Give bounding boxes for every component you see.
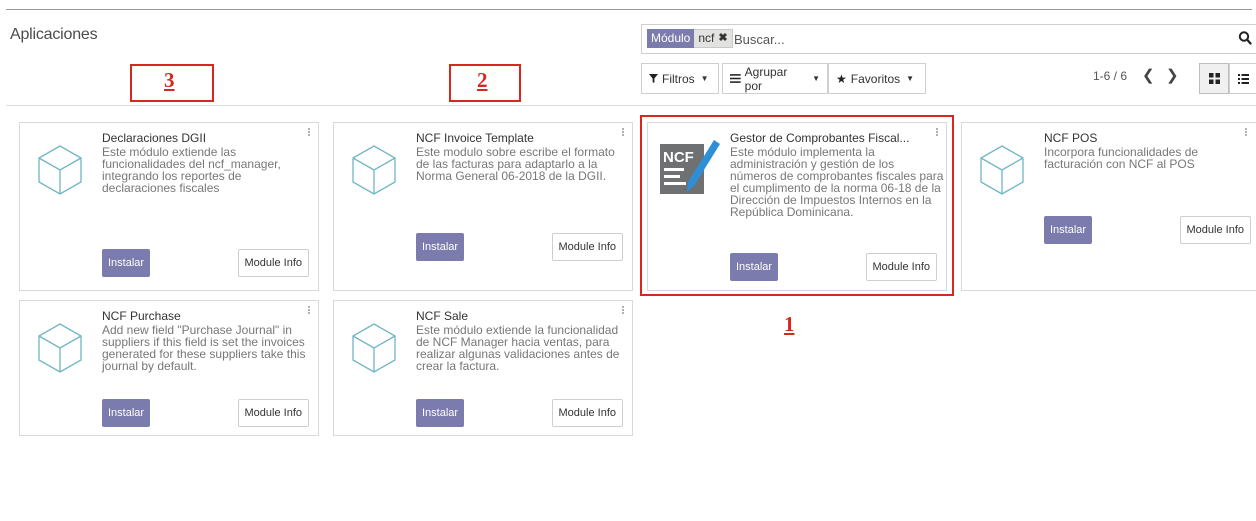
facet-value: ncf ✖ — [694, 29, 733, 48]
facet-label: Módulo — [647, 29, 695, 48]
module-info-button[interactable]: Module Info — [1179, 216, 1251, 244]
module-description: Incorpora funcionalidades de facturación… — [1044, 145, 1199, 171]
cube-icon — [352, 323, 396, 373]
favorites-button[interactable]: ★ Favoritos ▼ — [828, 63, 926, 94]
search-input[interactable] — [734, 28, 1134, 50]
module-title: NCF POS — [1044, 131, 1098, 145]
page-title: Aplicaciones — [10, 26, 98, 43]
pager-previous-icon[interactable]: ❮ — [1142, 66, 1155, 84]
facet-value-text: ncf — [698, 31, 715, 45]
install-button[interactable]: Instalar — [416, 233, 465, 261]
module-card-ncf-purchase[interactable]: NCF Purchase Add new field "Purchase Jou… — [19, 300, 319, 436]
module-title: NCF Invoice Template — [416, 131, 534, 145]
kebab-menu-icon[interactable] — [306, 305, 312, 319]
annotation-number-1: 1 — [784, 312, 795, 336]
module-info-button[interactable]: Module Info — [551, 399, 623, 427]
annotation-number-2: 2 — [477, 68, 488, 92]
annotation-highlight-box-1 — [640, 115, 954, 296]
module-title: NCF Sale — [416, 309, 469, 323]
module-card-ncf-pos[interactable]: NCF POS Incorpora funcionalidades de fac… — [961, 122, 1256, 291]
list-view-button[interactable] — [1229, 63, 1256, 94]
group-by-button[interactable]: Agrupar por ▼ — [722, 63, 828, 94]
kanban-view-button[interactable] — [1199, 63, 1229, 94]
pager-next-icon[interactable]: ❯ — [1166, 66, 1179, 84]
module-description: Este módulo extiende las funcionalidades… — [102, 145, 281, 195]
module-card-ncf-sale[interactable]: NCF Sale Este módulo extiende la funcion… — [333, 300, 633, 436]
kebab-menu-icon[interactable] — [1243, 127, 1249, 141]
filters-button[interactable]: Filtros ▼ — [641, 63, 719, 94]
pager-value[interactable]: 1-6 / 6 — [1093, 69, 1127, 83]
install-button[interactable]: Instalar — [102, 249, 151, 277]
module-info-button[interactable]: Module Info — [551, 233, 623, 261]
facet-remove-icon[interactable]: ✖ — [718, 31, 727, 46]
cube-icon — [38, 323, 82, 373]
filters-label: Filtros — [662, 71, 695, 86]
filter-icon — [649, 74, 658, 83]
module-title: NCF Purchase — [102, 309, 181, 323]
module-card-ncf-invoice-template[interactable]: NCF Invoice Template Este modulo sobre e… — [333, 122, 633, 291]
kanban-grid-icon — [1208, 73, 1220, 84]
top-divider — [6, 9, 1252, 10]
cube-icon — [38, 145, 82, 195]
star-icon: ★ — [836, 71, 847, 86]
list-icon — [730, 74, 741, 83]
install-button[interactable]: Instalar — [1044, 216, 1093, 244]
kebab-menu-icon[interactable] — [306, 127, 312, 141]
annotation-number-3: 3 — [164, 68, 175, 92]
caret-down-icon: ▼ — [812, 74, 820, 83]
module-info-button[interactable]: Module Info — [237, 399, 309, 427]
module-description: Este módulo extiende la funcionalidad de… — [416, 323, 620, 373]
favorites-label: Favoritos — [850, 71, 901, 86]
install-button[interactable]: Instalar — [102, 399, 151, 427]
search-icon[interactable] — [1238, 30, 1252, 46]
install-button[interactable]: Instalar — [416, 399, 465, 427]
search-bar[interactable]: Módulo ncf ✖ — [641, 24, 1256, 54]
kebab-menu-icon[interactable] — [620, 127, 626, 141]
list-view-icon — [1237, 73, 1249, 84]
search-facet[interactable]: Módulo ncf ✖ — [647, 29, 733, 48]
group-by-label: Agrupar por — [744, 64, 788, 93]
module-description: Este modulo sobre escribe el formato de … — [416, 145, 615, 183]
caret-down-icon: ▼ — [906, 74, 915, 83]
control-panel-divider — [6, 105, 1256, 106]
module-card-declaraciones-dgii[interactable]: Declaraciones DGII Este módulo extiende … — [19, 122, 319, 291]
module-info-button[interactable]: Module Info — [237, 249, 309, 277]
module-description: Add new field "Purchase Journal" in supp… — [102, 323, 306, 373]
module-title: Declaraciones DGII — [102, 131, 207, 145]
caret-down-icon: ▼ — [700, 74, 709, 83]
cube-icon — [352, 145, 396, 195]
kebab-menu-icon[interactable] — [620, 305, 626, 319]
cube-icon — [980, 145, 1024, 195]
